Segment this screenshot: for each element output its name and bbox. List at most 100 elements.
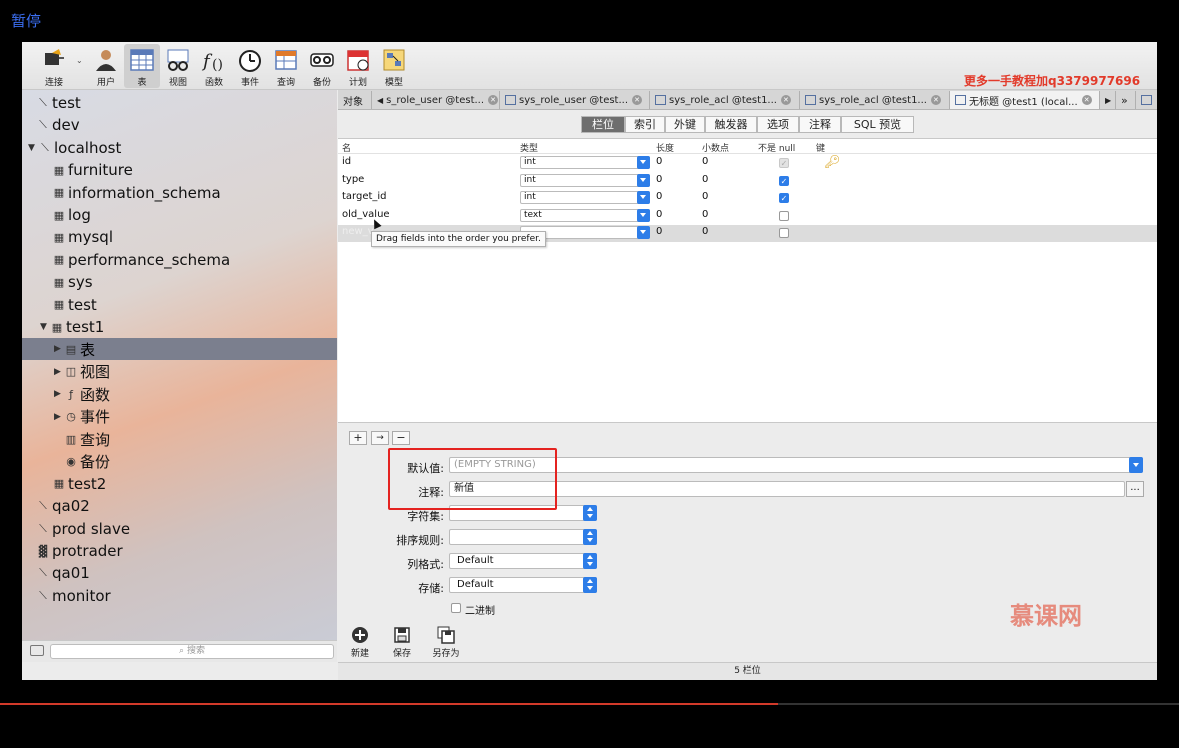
field-decimals-cell[interactable]: 0 xyxy=(702,226,708,237)
sidebar-item-5[interactable]: ▦ log xyxy=(22,204,337,226)
close-icon[interactable]: ✕ xyxy=(780,95,791,105)
toolbar-event-button[interactable]: 事件 xyxy=(232,44,268,88)
sidebar-item-17[interactable]: ▦ test2 xyxy=(22,473,337,495)
video-progress-bar[interactable] xyxy=(0,703,1179,705)
scroll-left-icon[interactable]: ◀ xyxy=(377,96,383,105)
field-name-cell[interactable]: old_value xyxy=(342,209,390,220)
field-decimals-cell[interactable]: 0 xyxy=(702,191,708,202)
field-type-select[interactable]: int xyxy=(520,156,650,169)
toolbar-model-button[interactable]: 模型 xyxy=(376,44,412,88)
close-icon[interactable]: ✕ xyxy=(632,95,643,105)
field-length-cell[interactable]: 0 xyxy=(656,174,662,185)
toolbar-function-button[interactable]: f() 函数 xyxy=(196,44,232,88)
tab-role-user-1[interactable]: ◀ s_role_user @test... ✕ xyxy=(372,91,500,109)
tab-overflow-icon[interactable]: » xyxy=(1116,91,1136,109)
close-icon[interactable]: ✕ xyxy=(488,95,499,105)
not-null-checkbox[interactable]: ✓ xyxy=(779,158,789,168)
field-decimals-cell[interactable]: 0 xyxy=(702,174,708,185)
updown-icon[interactable] xyxy=(583,553,597,569)
sidebar-toggle-icon[interactable] xyxy=(30,645,44,656)
connect-dropdown-arrow[interactable]: ⌄ xyxy=(76,56,83,65)
field-type-select[interactable]: int xyxy=(520,191,650,204)
delete-field-button[interactable]: − xyxy=(392,431,410,445)
toolbar-user-button[interactable]: 用户 xyxy=(88,44,124,88)
field-length-cell[interactable]: 0 xyxy=(656,191,662,202)
sidebar-item-18[interactable]: ⟍ qa02 xyxy=(22,495,337,517)
chevron-right-icon[interactable]: ▶ xyxy=(54,389,64,399)
field-type-select[interactable]: text xyxy=(520,208,650,222)
save-as-button[interactable]: 另存为 xyxy=(426,626,466,659)
sidebar-item-8[interactable]: ▦ sys xyxy=(22,271,337,293)
sidebar-item-2[interactable]: ▼ ⟍ localhost xyxy=(22,137,337,159)
tab-role-user-2[interactable]: sys_role_user @test... ✕ xyxy=(500,91,650,109)
sidebar-item-11[interactable]: ▶ ▤ 表 xyxy=(22,338,337,361)
field-type-select[interactable]: int xyxy=(520,173,650,187)
binary-checkbox[interactable] xyxy=(451,603,461,613)
field-length-cell[interactable]: 0 xyxy=(656,156,662,167)
field-length-cell[interactable]: 0 xyxy=(656,226,662,237)
sidebar-item-13[interactable]: ▶ ƒ 函数 xyxy=(22,383,337,405)
chevron-down-icon[interactable]: ▼ xyxy=(40,322,50,332)
sidebar-item-9[interactable]: ▦ test xyxy=(22,294,337,316)
sidebar-item-1[interactable]: ⟍ dev xyxy=(22,114,337,136)
sidebar-item-4[interactable]: ▦ information_schema xyxy=(22,182,337,204)
tab-untitled[interactable]: 无标题 @test1 (local... ✕ xyxy=(950,91,1100,109)
tab-role-acl-2[interactable]: sys_role_acl @test1... ✕ xyxy=(800,91,950,109)
field-decimals-cell[interactable]: 0 xyxy=(702,209,708,220)
chevron-right-icon[interactable]: ▶ xyxy=(54,344,64,354)
scroll-right-icon[interactable]: ▶ xyxy=(1100,91,1116,109)
tab-triggers[interactable]: 触发器 xyxy=(705,116,757,133)
sidebar-search-input[interactable]: ⌕ 搜索 xyxy=(50,644,334,659)
sidebar-item-22[interactable]: ⟍ monitor xyxy=(22,585,337,607)
comment-more-button[interactable]: ... xyxy=(1126,481,1144,497)
chevron-down-icon[interactable] xyxy=(637,156,650,169)
sidebar-item-7[interactable]: ▦ performance_schema xyxy=(22,249,337,271)
chevron-right-icon[interactable]: ▶ xyxy=(54,367,64,377)
not-null-checkbox[interactable]: ✓ xyxy=(779,175,789,186)
toolbar-view-button[interactable]: 视图 xyxy=(160,44,196,88)
chevron-down-icon[interactable] xyxy=(1129,457,1143,473)
tab-role-acl-1[interactable]: sys_role_acl @test1... ✕ xyxy=(650,91,800,109)
sidebar-item-16[interactable]: ◉ 备份 xyxy=(22,450,337,472)
tab-options[interactable]: 选项 xyxy=(757,116,799,133)
column-format-select[interactable]: Default xyxy=(449,553,597,569)
tab-fields[interactable]: 栏位 xyxy=(581,116,625,133)
sidebar-item-15[interactable]: ▥ 查询 xyxy=(22,428,337,450)
tab-comment[interactable]: 注释 xyxy=(799,116,841,133)
chevron-down-icon[interactable] xyxy=(637,226,650,239)
primary-key-icon[interactable]: 🔑︎ xyxy=(824,155,841,170)
not-null-checkbox[interactable] xyxy=(779,228,789,238)
sidebar-item-12[interactable]: ▶ ◫ 视图 xyxy=(22,361,337,383)
toolbar-backup-button[interactable]: 备份 xyxy=(304,44,340,88)
chevron-down-icon[interactable] xyxy=(637,208,650,222)
sidebar-item-0[interactable]: ⟍ test xyxy=(22,92,337,114)
tab-objects[interactable]: 对象 xyxy=(338,91,372,109)
new-button[interactable]: 新建 xyxy=(340,626,380,659)
field-name-cell[interactable]: type xyxy=(342,174,364,185)
sidebar-item-19[interactable]: ⟍ prod slave xyxy=(22,518,337,540)
field-length-cell[interactable]: 0 xyxy=(656,209,662,220)
sidebar-item-21[interactable]: ⟍ qa01 xyxy=(22,562,337,584)
toolbar-connect-button[interactable]: 连接 xyxy=(36,44,72,88)
chevron-down-icon[interactable] xyxy=(637,191,650,204)
close-icon[interactable]: ✕ xyxy=(930,95,941,105)
field-name-cell[interactable]: new_v xyxy=(342,226,374,237)
chevron-down-icon[interactable] xyxy=(637,173,650,187)
not-null-checkbox[interactable]: ✓ xyxy=(779,193,789,203)
field-name-cell[interactable]: id xyxy=(342,156,351,167)
tab-foreign-keys[interactable]: 外键 xyxy=(665,116,705,133)
tab-sql-preview[interactable]: SQL 预览 xyxy=(841,116,914,133)
toolbar-query-button[interactable]: 查询 xyxy=(268,44,304,88)
add-field-button[interactable]: + xyxy=(349,431,367,445)
save-button[interactable]: 保存 xyxy=(382,626,422,659)
sidebar-item-3[interactable]: ▦ furniture xyxy=(22,159,337,181)
insert-field-button[interactable]: → xyxy=(371,431,389,445)
sidebar-item-14[interactable]: ▶ ◷ 事件 xyxy=(22,406,337,428)
sidebar-item-20[interactable]: ▓ protrader xyxy=(22,540,337,562)
toolbar-table-button[interactable]: 表 xyxy=(124,44,160,88)
updown-icon[interactable] xyxy=(583,577,597,593)
new-tab-icon[interactable] xyxy=(1136,91,1157,109)
chevron-down-icon[interactable]: ▼ xyxy=(28,143,38,153)
chevron-right-icon[interactable]: ▶ xyxy=(54,412,64,422)
sidebar-item-10[interactable]: ▼ ▦ test1 xyxy=(22,316,337,338)
